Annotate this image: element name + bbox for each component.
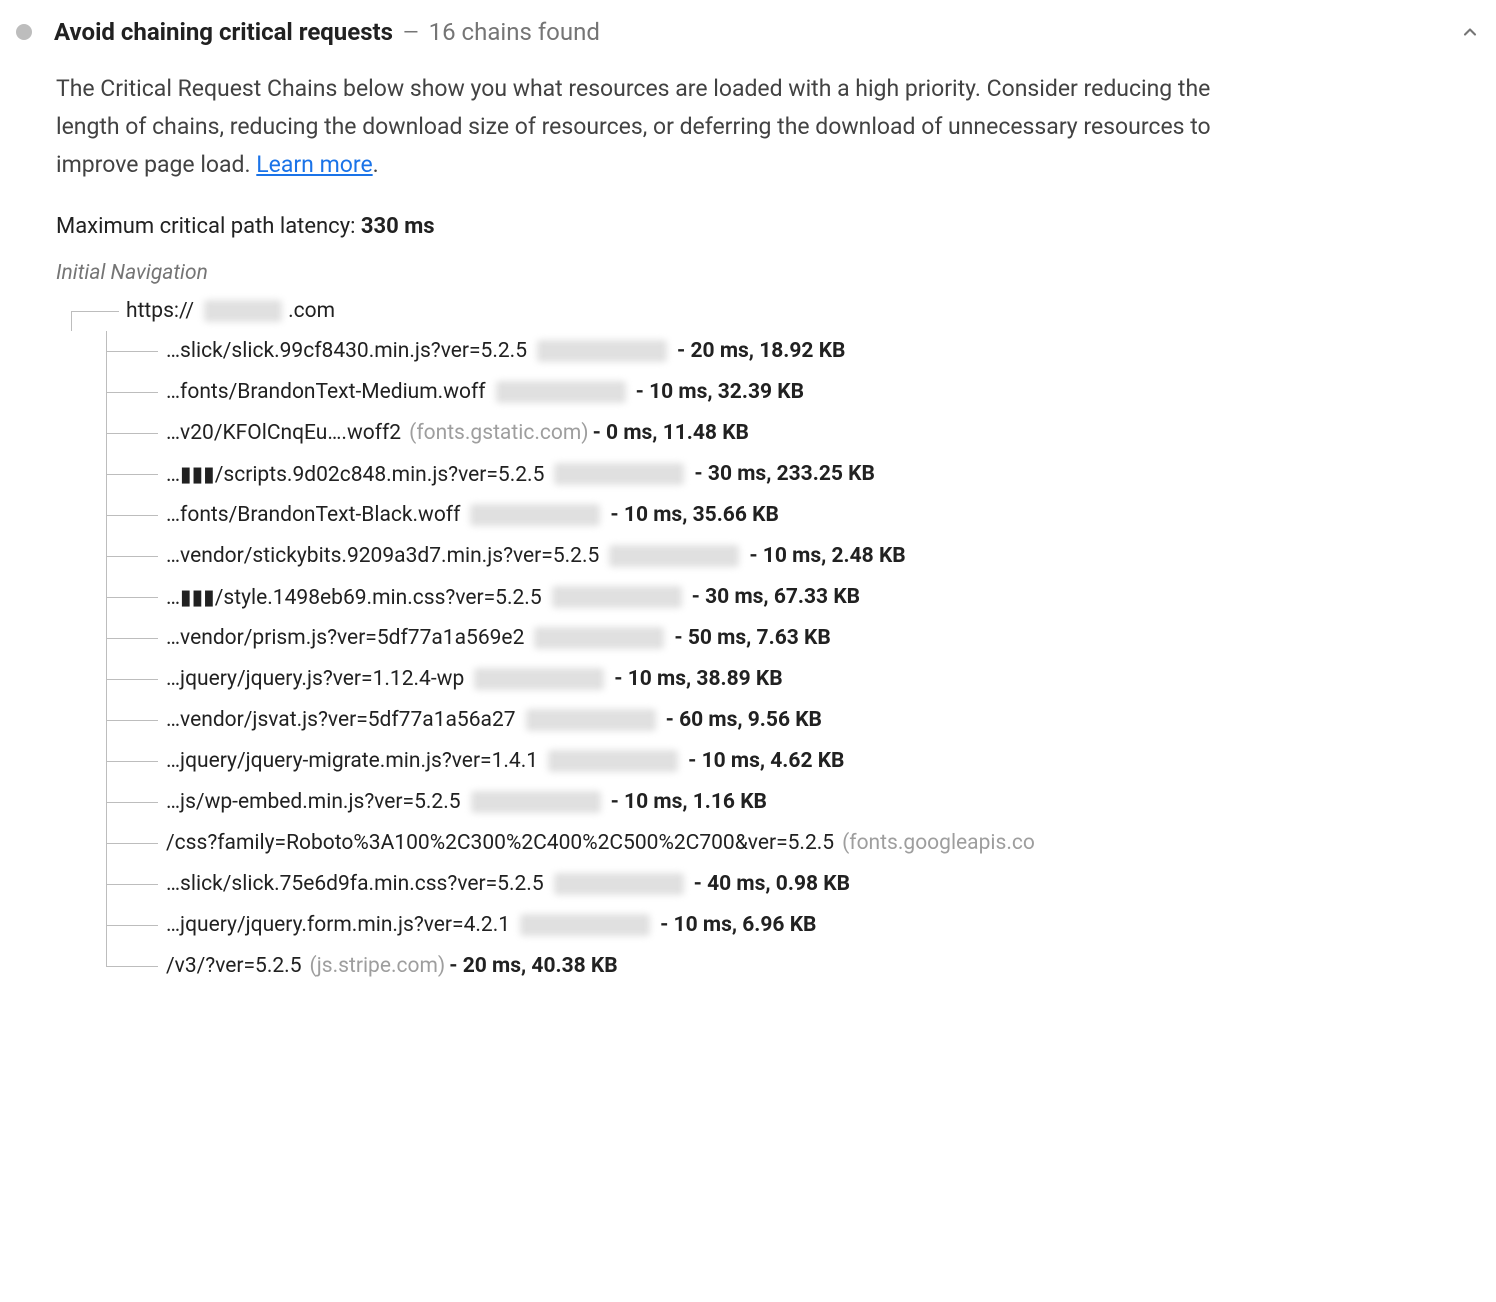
tree-child-row: …jquery/jquery-migrate.min.js?ver=1.4.1 … — [106, 741, 1480, 782]
tree-child-row: /v3/?ver=5.2.5 (js.stripe.com) - 20 ms, 4… — [106, 946, 1480, 987]
tree-connector-icon — [106, 659, 166, 700]
tree-connector-icon — [106, 495, 166, 536]
tree-connector-icon — [106, 823, 166, 864]
tree-children: …slick/slick.99cf8430.min.js?ver=5.2.5 -… — [106, 331, 1480, 987]
tree-child-row: …v20/KFOlCnqEu….woff2 (fonts.gstatic.com)… — [106, 413, 1480, 454]
request-origin: (fonts.googleapis.co — [842, 831, 1035, 855]
redacted-origin — [474, 668, 604, 690]
tree-connector-icon — [106, 905, 166, 946]
chevron-up-icon[interactable] — [1460, 22, 1480, 42]
redacted-origin — [534, 627, 664, 649]
tree-connector-icon — [106, 864, 166, 905]
status-dot-icon — [16, 24, 32, 40]
tree-connector-icon — [106, 372, 166, 413]
latency-line: Maximum critical path latency: 330 ms — [56, 214, 1480, 239]
redacted-origin — [609, 545, 739, 567]
request-stats: - 50 ms, 7.63 KB — [674, 626, 830, 650]
chain-count: 16 chains found — [429, 18, 600, 46]
request-url: …vendor/jsvat.js?ver=5df77a1a56a27 — [166, 708, 516, 732]
redacted-origin — [552, 586, 682, 608]
tree-connector-icon — [106, 536, 166, 577]
tree-connector-icon — [106, 618, 166, 659]
redacted-origin — [548, 750, 678, 772]
tree-child-row: …slick/slick.75e6d9fa.min.css?ver=5.2.5 … — [106, 864, 1480, 905]
redacted-origin — [554, 873, 684, 895]
audit-body: The Critical Request Chains below show y… — [8, 60, 1488, 993]
tree-child-row: …fonts/BrandonText-Black.woff - 10 ms, 3… — [106, 495, 1480, 536]
title-dash: — — [403, 20, 419, 44]
tree-child-row: …fonts/BrandonText-Medium.woff - 10 ms, … — [106, 372, 1480, 413]
redacted-origin — [526, 709, 656, 731]
audit-title: Avoid chaining critical requests — [54, 18, 393, 46]
request-url: /v3/?ver=5.2.5 — [166, 954, 302, 978]
request-url: …▮▮▮/scripts.9d02c848.min.js?ver=5.2.5 — [166, 462, 544, 487]
tree-connector-icon — [106, 577, 166, 618]
request-stats: - 10 ms, 32.39 KB — [636, 380, 804, 404]
redacted-origin — [496, 381, 626, 403]
redacted-origin — [470, 504, 600, 526]
request-url: /css?family=Roboto%3A100%2C300%2C400%2C5… — [166, 831, 834, 855]
redacted-origin — [554, 463, 684, 485]
initial-navigation-label: Initial Navigation — [56, 261, 1480, 285]
tree-connector-icon — [106, 454, 166, 495]
tree-child-row: …▮▮▮/scripts.9d02c848.min.js?ver=5.2.5 -… — [106, 454, 1480, 495]
request-url: …v20/KFOlCnqEu….woff2 — [166, 421, 401, 445]
tree-child-row: …slick/slick.99cf8430.min.js?ver=5.2.5 -… — [106, 331, 1480, 372]
request-stats: - 0 ms, 11.48 KB — [593, 421, 749, 445]
request-url: …fonts/BrandonText-Medium.woff — [166, 380, 486, 404]
request-stats: - 20 ms, 40.38 KB — [449, 954, 617, 978]
desc-text: The Critical Request Chains below show y… — [56, 75, 1211, 178]
tree-connector-icon — [106, 782, 166, 823]
request-stats: - 40 ms, 0.98 KB — [694, 872, 850, 896]
learn-more-link[interactable]: Learn more — [256, 151, 372, 178]
request-url: …slick/slick.99cf8430.min.js?ver=5.2.5 — [166, 339, 527, 363]
tree-connector-icon — [106, 413, 166, 454]
audit-header[interactable]: Avoid chaining critical requests — 16 ch… — [8, 12, 1488, 60]
tree-child-row: …vendor/prism.js?ver=5df77a1a569e2 - 50 … — [106, 618, 1480, 659]
request-url: …slick/slick.75e6d9fa.min.css?ver=5.2.5 — [166, 872, 544, 896]
request-url: …js/wp-embed.min.js?ver=5.2.5 — [166, 790, 461, 814]
request-origin: (fonts.gstatic.com) — [409, 421, 588, 445]
tree-child-row: …▮▮▮/style.1498eb69.min.css?ver=5.2.5 - … — [106, 577, 1480, 618]
tree-child-row: …vendor/stickybits.9209a3d7.min.js?ver=5… — [106, 536, 1480, 577]
tree-child-row: …jquery/jquery.form.min.js?ver=4.2.1 - 1… — [106, 905, 1480, 946]
tree-connector-icon — [106, 700, 166, 741]
request-stats: - 10 ms, 38.89 KB — [614, 667, 782, 691]
request-stats: - 20 ms, 18.92 KB — [677, 339, 845, 363]
tree-connector-icon — [106, 331, 166, 372]
redacted-origin — [537, 340, 667, 362]
tree-connector-icon — [56, 291, 126, 331]
request-stats: - 30 ms, 67.33 KB — [692, 585, 860, 609]
tree-child-row: …vendor/jsvat.js?ver=5df77a1a56a27 - 60 … — [106, 700, 1480, 741]
tree-child-row: /css?family=Roboto%3A100%2C300%2C400%2C5… — [106, 823, 1480, 864]
request-stats: - 30 ms, 233.25 KB — [694, 462, 874, 486]
request-stats: - 10 ms, 1.16 KB — [611, 790, 767, 814]
tree-root-row: https://.com — [56, 291, 1480, 331]
tree-connector-icon — [106, 946, 166, 987]
request-stats: - 10 ms, 2.48 KB — [749, 544, 905, 568]
audit-description: The Critical Request Chains below show y… — [56, 70, 1256, 184]
request-url: …▮▮▮/style.1498eb69.min.css?ver=5.2.5 — [166, 585, 542, 610]
request-stats: - 10 ms, 35.66 KB — [610, 503, 778, 527]
request-url: …jquery/jquery.form.min.js?ver=4.2.1 — [166, 913, 510, 937]
latency-value: 330 ms — [361, 214, 435, 239]
request-stats: - 60 ms, 9.56 KB — [666, 708, 822, 732]
request-stats: - 10 ms, 4.62 KB — [688, 749, 844, 773]
request-url: …vendor/prism.js?ver=5df77a1a569e2 — [166, 626, 524, 650]
root-url: https://.com — [126, 299, 335, 323]
tree-connector-icon — [106, 741, 166, 782]
redacted-origin — [471, 791, 601, 813]
redacted-origin — [520, 914, 650, 936]
request-url: …jquery/jquery.js?ver=1.12.4-wp — [166, 667, 464, 691]
request-origin: (js.stripe.com) — [310, 954, 446, 978]
request-url: …jquery/jquery-migrate.min.js?ver=1.4.1 — [166, 749, 538, 773]
request-stats: - 10 ms, 6.96 KB — [660, 913, 816, 937]
request-url: …vendor/stickybits.9209a3d7.min.js?ver=5… — [166, 544, 599, 568]
latency-label: Maximum critical path latency: — [56, 214, 361, 239]
tree-child-row: …jquery/jquery.js?ver=1.12.4-wp - 10 ms,… — [106, 659, 1480, 700]
request-url: …fonts/BrandonText-Black.woff — [166, 503, 460, 527]
redacted-origin — [204, 300, 282, 322]
tree-child-row: …js/wp-embed.min.js?ver=5.2.5 - 10 ms, 1… — [106, 782, 1480, 823]
request-tree: Initial Navigation https://.com …slick/s… — [56, 261, 1480, 987]
